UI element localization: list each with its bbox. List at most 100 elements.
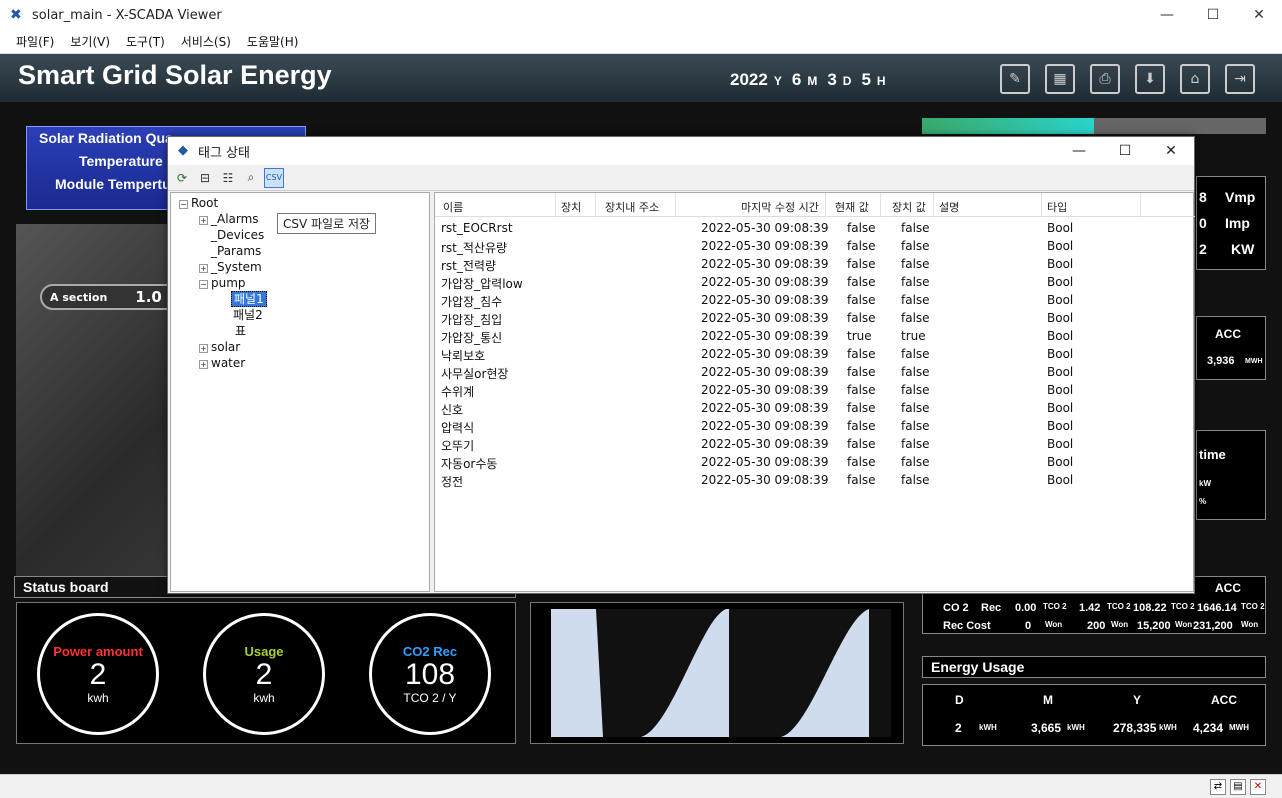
gauge-power-amount: Power amount 2 kwh xyxy=(37,613,159,735)
cell-device-value: false xyxy=(901,365,930,379)
vmp-panel: 8 Vmp 0 Imp 2 KW xyxy=(1196,176,1266,270)
a-section-badge[interactable]: A section 1.0 xyxy=(40,284,180,310)
cell-device-value: false xyxy=(901,239,930,253)
co2-unit: TCO 2 xyxy=(1107,602,1131,611)
tree-item-panel1[interactable]: 패널1 xyxy=(231,291,267,307)
menu-service[interactable]: 서비스(S) xyxy=(181,33,231,50)
table-row[interactable]: 낙뢰보호 2022-05-30 09:08:39 false false Bool xyxy=(435,346,1195,364)
tree-item-system[interactable]: + _System xyxy=(199,259,262,275)
expand-node-icon[interactable]: + xyxy=(199,360,208,369)
col-header-time[interactable]: 마지막 수정 시간 xyxy=(741,199,819,215)
minimize-button[interactable]: — xyxy=(1144,0,1190,30)
search-icon[interactable]: ⌕ xyxy=(241,168,261,188)
calendar-icon[interactable]: ▦ xyxy=(1045,64,1075,94)
collapse-node-icon[interactable]: − xyxy=(199,280,208,289)
gauge-label: Power amount xyxy=(53,644,143,659)
expand-node-icon[interactable]: + xyxy=(199,344,208,353)
tree-item-panel2[interactable]: 패널2 xyxy=(233,307,263,323)
tree-item-water[interactable]: + water xyxy=(199,355,245,371)
error-icon[interactable]: ✕ xyxy=(1250,779,1266,795)
tree-label: _Devices xyxy=(211,228,265,242)
menu-view[interactable]: 보기(V) xyxy=(70,33,110,50)
print-icon[interactable]: ⎙ xyxy=(1090,64,1120,94)
save-icon[interactable]: ⬇ xyxy=(1135,64,1165,94)
table-row[interactable]: 가압장_침수 2022-05-30 09:08:39 false false Bool xyxy=(435,292,1195,310)
tree-item-pump[interactable]: − pump xyxy=(199,275,246,291)
eu-header-m: M xyxy=(1043,693,1053,707)
gauge-usage: Usage 2 kwh xyxy=(203,613,325,735)
co2-label: CO 2 xyxy=(943,602,969,614)
eu-header-d: D xyxy=(955,693,964,707)
tree-item-table[interactable]: 표 xyxy=(235,323,246,339)
col-header-type[interactable]: 타입 xyxy=(1047,199,1067,215)
dialog-maximize-button[interactable]: ☐ xyxy=(1102,137,1148,165)
cost-value-m: 200 xyxy=(1087,620,1106,632)
table-row[interactable]: rst_적산유량 2022-05-30 09:08:39 false false Boo… xyxy=(435,238,1195,256)
table-row[interactable]: 사무실or현장 2022-05-30 09:08:39 false false Bool xyxy=(435,364,1195,382)
tree-item-params[interactable]: _Params xyxy=(211,243,261,259)
refresh-icon[interactable]: ⟳ xyxy=(172,168,192,188)
expand-node-icon[interactable]: + xyxy=(199,264,208,273)
menu-file[interactable]: 파일(F) xyxy=(16,33,54,50)
cell-time: 2022-05-30 09:08:39 xyxy=(701,275,829,289)
co2-unit: TCO 2 xyxy=(1043,602,1067,611)
collapse-icon[interactable]: ⊟ xyxy=(195,168,215,188)
edit-icon[interactable]: ✎ xyxy=(1000,64,1030,94)
cell-device-value: false xyxy=(901,437,930,451)
close-button[interactable]: ✕ xyxy=(1236,0,1282,30)
col-header-name[interactable]: 이름 xyxy=(443,199,463,215)
expand-node-icon[interactable]: + xyxy=(199,216,208,225)
cell-time: 2022-05-30 09:08:39 xyxy=(701,311,829,325)
table-row[interactable]: 수위계 2022-05-30 09:08:39 false false Bool xyxy=(435,382,1195,400)
tree-item-alarms[interactable]: + _Alarms xyxy=(199,211,259,227)
gauge-unit: kwh xyxy=(253,691,275,705)
col-header-description[interactable]: 설명 xyxy=(939,199,959,215)
table-row[interactable]: 신호 2022-05-30 09:08:39 false false Bool xyxy=(435,400,1195,418)
table-row[interactable]: 가압장_침입 2022-05-30 09:08:39 false false Bool xyxy=(435,310,1195,328)
table-row[interactable]: 자동or수동 2022-05-30 09:08:39 false false Bool xyxy=(435,454,1195,472)
cell-type: Bool xyxy=(1047,419,1074,433)
home-icon[interactable]: ⌂ xyxy=(1180,64,1210,94)
cell-name: rst_적산유량 xyxy=(441,241,508,255)
tree-label: _Alarms xyxy=(211,212,259,226)
kw-unit: kW xyxy=(1199,479,1211,488)
dialog-close-button[interactable]: ✕ xyxy=(1148,137,1194,165)
col-header-current[interactable]: 현재 값 xyxy=(835,199,869,215)
cell-name: 압력식 xyxy=(441,421,475,435)
a-section-label: A section xyxy=(50,290,108,304)
tree-label: 패널2 xyxy=(233,308,263,322)
col-header-device[interactable]: 장치 xyxy=(561,199,581,215)
month-unit: M xyxy=(807,74,818,88)
expand-icon[interactable]: ☷ xyxy=(218,168,238,188)
cell-name: 가압장_침입 xyxy=(441,313,503,327)
window-titlebar: ✖ solar_main - X-SCADA Viewer — ☐ ✕ xyxy=(0,0,1282,30)
table-row[interactable]: rst_EOCRrst 2022-05-30 09:08:39 false false… xyxy=(435,220,1195,238)
table-row[interactable]: 가압장_통신 2022-05-30 09:08:39 true true Bool xyxy=(435,328,1195,346)
dialog-minimize-button[interactable]: — xyxy=(1056,137,1102,165)
chart-area-dark-3 xyxy=(869,609,891,737)
tree-item-solar[interactable]: + solar xyxy=(199,339,240,355)
document-icon[interactable]: ▤ xyxy=(1230,779,1246,795)
network-icon[interactable]: ⇄ xyxy=(1210,779,1226,795)
collapse-node-icon[interactable]: − xyxy=(179,200,188,209)
eu-unit-m: kWH xyxy=(1067,723,1085,732)
co2-acc-header: ACC xyxy=(1215,581,1241,595)
tag-tree: − Root + _Alarms _Devices _Params + _System… xyxy=(170,192,430,592)
table-row[interactable]: 오뚜기 2022-05-30 09:08:39 false false Bool xyxy=(435,436,1195,454)
col-header-address[interactable]: 장치내 주소 xyxy=(605,199,659,215)
col-header-device-value[interactable]: 장치 값 xyxy=(892,199,926,215)
table-row[interactable]: 정전 2022-05-30 09:08:39 false false Bool xyxy=(435,472,1195,490)
table-row[interactable]: 가압장_압력low 2022-05-30 09:08:39 false false Bo… xyxy=(435,274,1195,292)
csv-export-icon[interactable]: CSV xyxy=(264,167,284,188)
cell-type: Bool xyxy=(1047,221,1074,235)
cell-name: 가압장_압력low xyxy=(441,277,523,291)
table-row[interactable]: 압력식 2022-05-30 09:08:39 false false Bool xyxy=(435,418,1195,436)
maximize-button[interactable]: ☐ xyxy=(1190,0,1236,30)
tree-item-devices[interactable]: _Devices xyxy=(211,227,264,243)
menu-tools[interactable]: 도구(T) xyxy=(126,33,165,50)
menu-help[interactable]: 도움말(H) xyxy=(247,33,299,50)
tree-item-root[interactable]: − Root xyxy=(179,195,218,211)
exit-icon[interactable]: ⇥ xyxy=(1225,64,1255,94)
cell-device-value: false xyxy=(901,347,930,361)
table-row[interactable]: rst_전력량 2022-05-30 09:08:39 false false Bool xyxy=(435,256,1195,274)
